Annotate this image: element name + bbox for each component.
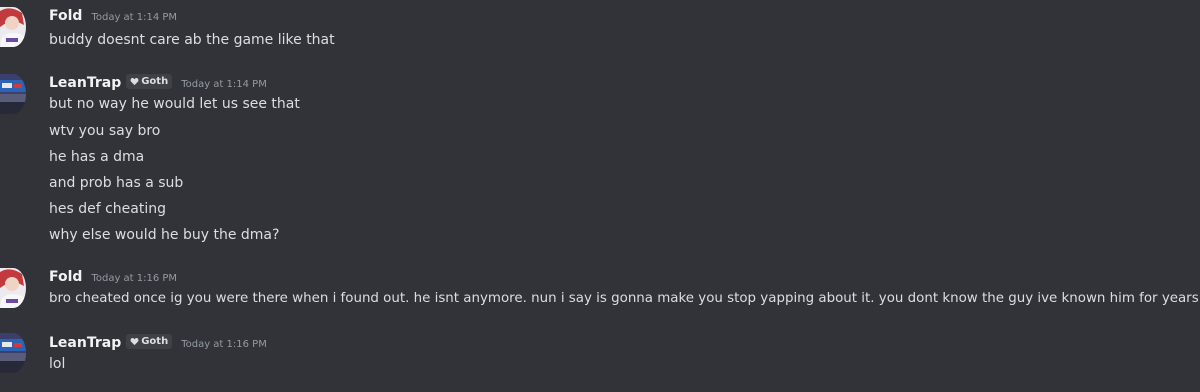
timestamp[interactable]: Today at 1:14 PM (181, 79, 267, 90)
message-header: LeanTrap Goth Today at 1:14 PM (49, 74, 267, 91)
message-text: buddy doesnt care ab the game like that (49, 32, 335, 48)
message-text: why else would he buy the dma? (49, 227, 280, 243)
avatar[interactable] (0, 333, 26, 373)
message-text: lol (49, 356, 66, 372)
guild-tag[interactable]: Goth (126, 74, 173, 89)
username[interactable]: LeanTrap (49, 335, 121, 351)
message-header: LeanTrap Goth Today at 1:16 PM (49, 334, 267, 351)
avatar[interactable] (0, 7, 26, 47)
guild-tag[interactable]: Goth (126, 334, 173, 349)
guild-tag-label: Goth (141, 76, 169, 87)
heart-icon (130, 78, 139, 86)
message-text: he has a dma (49, 149, 145, 165)
message-text: and prob has a sub (49, 175, 184, 191)
username[interactable]: LeanTrap (49, 75, 121, 91)
message-header: Fold Today at 1:16 PM (49, 269, 177, 285)
heart-icon (130, 338, 139, 346)
timestamp[interactable]: Today at 1:16 PM (181, 339, 267, 350)
message-text: bro cheated once ig you were there when … (49, 291, 1199, 306)
message-text: hes def cheating (49, 201, 167, 217)
timestamp[interactable]: Today at 1:14 PM (91, 12, 177, 23)
username[interactable]: Fold (49, 8, 82, 24)
timestamp[interactable]: Today at 1:16 PM (91, 273, 177, 284)
avatar[interactable] (0, 268, 26, 308)
message-text: but no way he would let us see that (49, 96, 300, 112)
username[interactable]: Fold (49, 269, 82, 285)
message-text: wtv you say bro (49, 123, 161, 139)
guild-tag-label: Goth (141, 336, 169, 347)
message-header: Fold Today at 1:14 PM (49, 8, 177, 24)
avatar[interactable] (0, 74, 26, 114)
